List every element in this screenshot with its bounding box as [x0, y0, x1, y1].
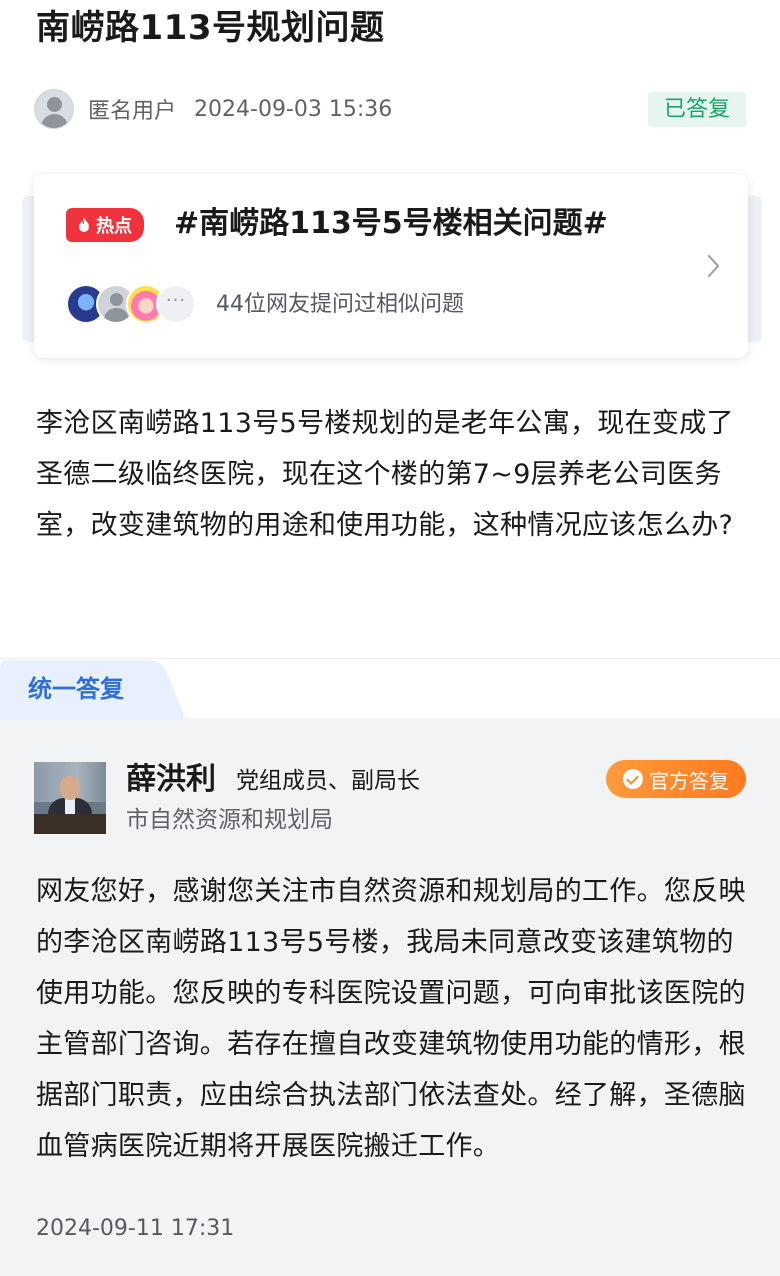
hot-badge-label: 热点: [96, 216, 132, 237]
responder-role: 党组成员、副局长: [236, 768, 420, 794]
similar-count: 44位网友提问过相似问题: [216, 292, 464, 317]
chevron-right-icon[interactable]: [706, 252, 722, 280]
flame-icon: [79, 217, 89, 232]
question-body: 李沧区南崂路113号5号楼规划的是老年公寓，现在变成了圣德二级临终医院，现在这个…: [36, 408, 734, 541]
user-avatar-icon: [34, 89, 74, 129]
hot-topic-title[interactable]: #南崂路113号5号楼相关问题#: [174, 204, 608, 244]
responder-photo: [34, 762, 106, 834]
responder-department: 市自然资源和规划局: [126, 807, 333, 833]
divider: [0, 658, 780, 659]
hot-topic-card[interactable]: 热点 #南崂路113号5号楼相关问题# ··· 44位网友提问过相似问题: [34, 174, 748, 358]
page-title: 南崂路113号规划问题: [36, 8, 385, 48]
answer-body: 网友您好，感谢您关注市自然资源和规划局的工作。您反映的李沧区南崂路113号5号楼…: [36, 876, 746, 1162]
post-time: 2024-09-03 15:36: [194, 96, 393, 122]
official-badge-label: 官方答复: [649, 768, 729, 793]
asker-avatars: ···: [66, 284, 196, 324]
answer-time: 2024-09-11 17:31: [36, 1216, 235, 1241]
author-name: 匿名用户: [88, 99, 177, 124]
responder-name: 薛洪利: [126, 762, 216, 797]
more-avatars-icon: ···: [156, 284, 196, 324]
official-reply-badge: 官方答复: [606, 760, 746, 798]
post-meta: 匿名用户 2024-09-03 15:36 已答复: [34, 88, 746, 130]
status-badge: 已答复: [647, 92, 746, 127]
check-badge-icon: [623, 769, 643, 789]
tab-label: 统一答复: [28, 675, 124, 703]
hot-badge: 热点: [66, 208, 144, 242]
